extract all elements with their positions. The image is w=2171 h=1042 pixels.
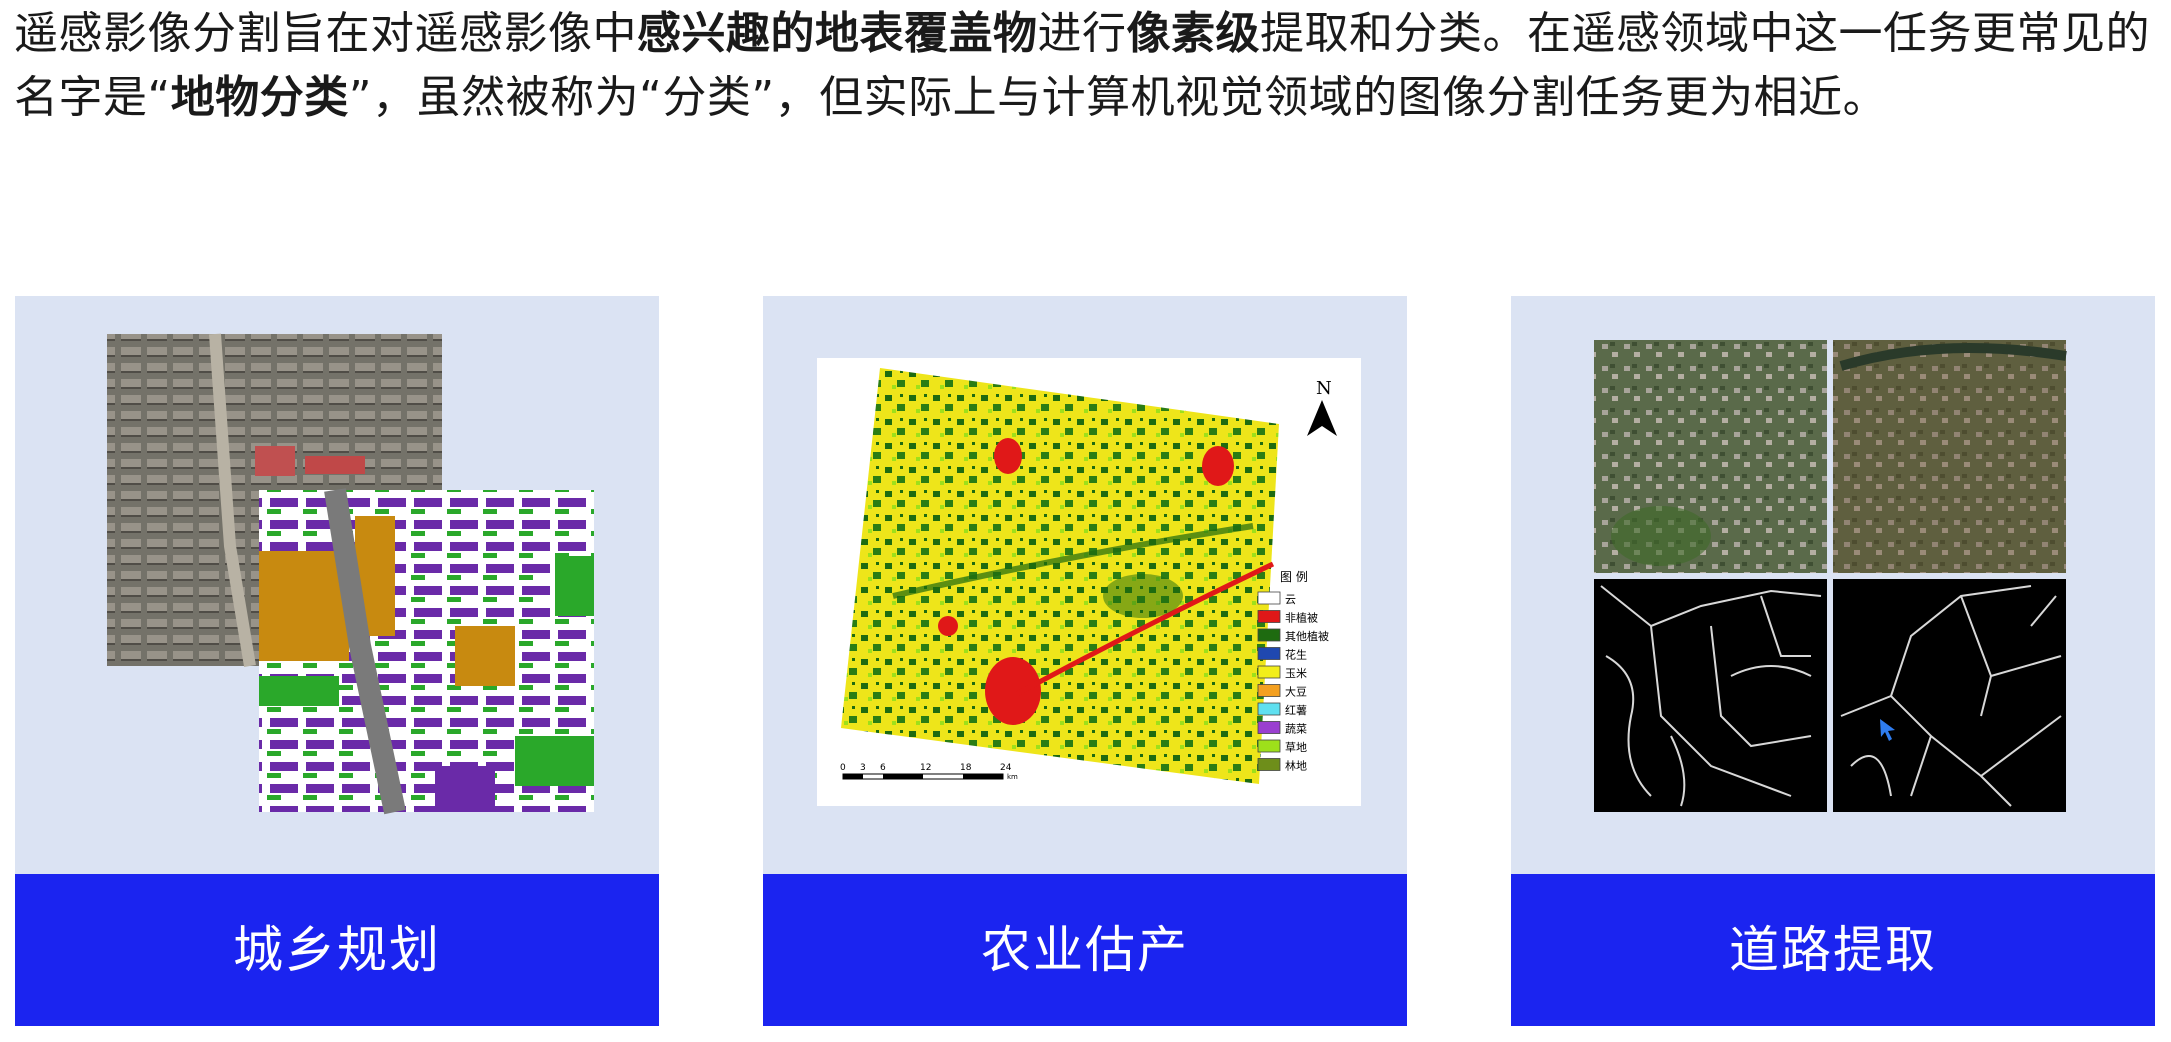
legend-swatch — [1257, 665, 1281, 679]
scale-unit: km — [1007, 773, 1018, 781]
north-label: N — [1316, 378, 1332, 399]
legend-label: 红薯 — [1285, 704, 1307, 717]
scale-tick: 6 — [880, 763, 886, 773]
scale-tick: 0 — [840, 763, 846, 773]
intro-bold: 像素级 — [1126, 8, 1260, 59]
road-mask-tile — [1594, 579, 1827, 812]
legend-label: 其他植被 — [1285, 629, 1329, 643]
card-road-extraction: 道路提取 — [1511, 296, 2155, 1026]
legend-swatch — [1257, 702, 1281, 716]
legend-label: 玉米 — [1285, 667, 1307, 680]
intro-bold: 地物分类 — [170, 72, 349, 123]
intro-text: 进行 — [1037, 8, 1127, 59]
legend-swatch — [1257, 647, 1281, 660]
card-label: 道路提取 — [1511, 874, 2155, 1026]
card-label: 城乡规划 — [15, 874, 659, 1026]
legend-swatch — [1257, 739, 1281, 753]
card-label: 农业估产 — [763, 874, 1407, 1026]
road-extraction-image — [1511, 296, 2155, 874]
legend-swatch — [1257, 610, 1281, 623]
scale-tick: 12 — [920, 763, 931, 773]
urban-planning-image — [15, 296, 659, 874]
legend-label: 草地 — [1285, 741, 1307, 754]
legend-label: 林地 — [1285, 759, 1307, 773]
legend-swatch — [1257, 684, 1281, 697]
intro-text: 遥感影像分割旨在对遥感影像中 — [14, 8, 637, 59]
legend-label: 花生 — [1285, 648, 1307, 662]
card-agriculture: N 图 例 云非植被其他植被花生玉米大豆红薯蔬菜草地林地 0 3 6 12 18 24 km… — [763, 296, 1407, 1026]
card-urban-planning: 城乡规划 — [15, 296, 659, 1026]
legend-swatch — [1257, 591, 1281, 605]
legend-label: 蔬菜 — [1285, 723, 1307, 736]
legend-label: 大豆 — [1285, 685, 1307, 699]
intro-paragraph: 遥感影像分割旨在对遥感影像中感兴趣的地表覆盖物进行像素级提取和分类。在遥感领域中… — [14, 2, 2159, 130]
intro-text: ”，虽然被称为“分类”，但实际上与计算机视觉领域的图像分割任务更为相近。 — [348, 72, 1888, 123]
intro-bold: 感兴趣的地表覆盖物 — [637, 8, 1038, 59]
legend-label: 云 — [1285, 593, 1296, 606]
crop-classification-map: N 图 例 云非植被其他植被花生玉米大豆红薯蔬菜草地林地 0 3 6 12 18 24 km — [763, 296, 1407, 874]
legend-title: 图 例 — [1280, 570, 1308, 584]
legend-swatch — [1257, 758, 1281, 771]
legend-label: 非植被 — [1285, 611, 1318, 625]
road-mask-tile — [1833, 579, 2066, 812]
legend-swatch — [1257, 721, 1281, 734]
legend-swatch — [1257, 628, 1281, 642]
scale-tick: 24 — [1000, 763, 1012, 773]
scale-tick: 18 — [960, 763, 972, 773]
scale-tick: 3 — [860, 763, 866, 773]
